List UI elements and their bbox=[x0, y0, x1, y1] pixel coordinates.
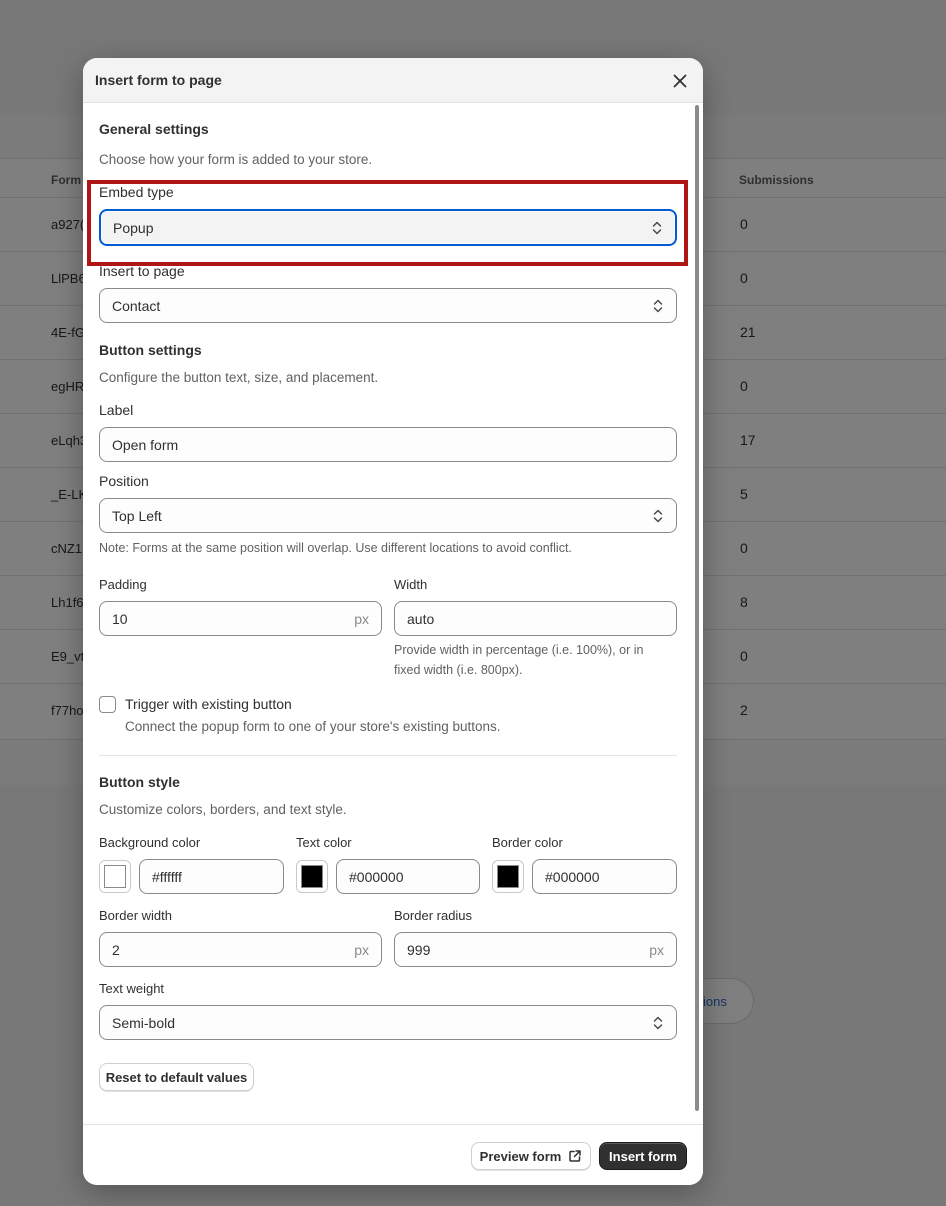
padding-suffix: px bbox=[354, 611, 369, 627]
trigger-existing-button-label[interactable]: Trigger with existing button bbox=[125, 696, 292, 712]
embed-type-select[interactable]: Popup bbox=[99, 209, 677, 246]
modal-title: Insert form to page bbox=[95, 72, 222, 88]
select-chevron-icon bbox=[653, 1016, 663, 1030]
border-radius-suffix: px bbox=[649, 942, 664, 958]
border-width-input[interactable]: 2 px bbox=[99, 932, 382, 967]
text-weight-value: Semi-bold bbox=[112, 1015, 176, 1031]
modal-header: Insert form to page bbox=[83, 58, 703, 103]
label-field-label: Label bbox=[99, 402, 134, 418]
border-width-suffix: px bbox=[354, 942, 369, 958]
border-color-swatch[interactable] bbox=[492, 860, 524, 893]
text-color-fill bbox=[301, 865, 323, 888]
border-radius-label: Border radius bbox=[394, 908, 473, 923]
background-color-label: Background color bbox=[99, 835, 201, 850]
external-link-icon bbox=[569, 1150, 582, 1162]
insert-form-label: Insert form bbox=[609, 1148, 677, 1164]
text-color-value: #000000 bbox=[349, 869, 404, 885]
background-color-swatch[interactable] bbox=[99, 860, 131, 893]
background-color-fill bbox=[104, 865, 126, 888]
border-color-label: Border color bbox=[492, 835, 563, 850]
label-input-value: Open form bbox=[112, 437, 179, 453]
preview-form-button[interactable]: Preview form bbox=[471, 1142, 591, 1170]
insert-to-page-label: Insert to page bbox=[99, 263, 185, 279]
border-radius-input[interactable]: 999 px bbox=[394, 932, 677, 967]
text-color-swatch[interactable] bbox=[296, 860, 328, 893]
trigger-existing-button-help: Connect the popup form to one of your st… bbox=[125, 719, 501, 734]
border-width-label: Border width bbox=[99, 908, 172, 923]
width-value: auto bbox=[407, 611, 435, 627]
label-input[interactable]: Open form bbox=[99, 427, 677, 462]
width-input[interactable]: auto bbox=[394, 601, 677, 636]
select-chevron-icon bbox=[653, 509, 663, 523]
border-width-value: 2 bbox=[112, 942, 120, 958]
border-color-value: #000000 bbox=[545, 869, 600, 885]
close-button[interactable] bbox=[669, 70, 691, 92]
embed-type-label: Embed type bbox=[99, 184, 174, 200]
button-style-help: Customize colors, borders, and text styl… bbox=[99, 802, 347, 817]
width-label: Width bbox=[394, 577, 428, 592]
position-note: Note: Forms at the same position will ov… bbox=[99, 541, 572, 555]
select-chevron-icon bbox=[653, 299, 663, 313]
position-value: Top Left bbox=[112, 508, 162, 524]
reset-defaults-button[interactable]: Reset to default values bbox=[99, 1063, 254, 1091]
text-weight-label: Text weight bbox=[99, 981, 165, 996]
preview-form-label: Preview form bbox=[479, 1148, 562, 1164]
button-style-heading: Button style bbox=[99, 774, 180, 790]
insert-form-modal: Insert form to page General settings Cho… bbox=[83, 58, 703, 1185]
position-label: Position bbox=[99, 473, 149, 489]
close-icon bbox=[673, 74, 687, 88]
general-settings-help: Choose how your form is added to your st… bbox=[99, 152, 373, 167]
insert-form-button[interactable]: Insert form bbox=[599, 1142, 687, 1170]
select-chevron-icon bbox=[652, 221, 662, 235]
text-weight-select[interactable]: Semi-bold bbox=[99, 1005, 677, 1040]
modal-scrollbar[interactable] bbox=[695, 105, 699, 1111]
text-color-input[interactable]: #000000 bbox=[336, 859, 480, 894]
button-settings-help: Configure the button text, size, and pla… bbox=[99, 370, 379, 385]
embed-type-value: Popup bbox=[113, 220, 154, 236]
width-help-line-1: Provide width in percentage (i.e. 100%),… bbox=[394, 643, 644, 657]
border-radius-value: 999 bbox=[407, 942, 431, 958]
position-select[interactable]: Top Left bbox=[99, 498, 677, 533]
trigger-existing-button-checkbox[interactable] bbox=[99, 696, 116, 713]
border-color-input[interactable]: #000000 bbox=[532, 859, 677, 894]
text-color-label: Text color bbox=[296, 835, 352, 850]
reset-defaults-label: Reset to default values bbox=[105, 1069, 248, 1085]
modal-body: General settings Choose how your form is… bbox=[83, 103, 703, 1123]
section-divider bbox=[99, 755, 677, 756]
insert-to-page-value: Contact bbox=[112, 298, 161, 314]
padding-value: 10 bbox=[112, 611, 128, 627]
button-settings-heading: Button settings bbox=[99, 342, 202, 358]
border-color-fill bbox=[497, 865, 519, 888]
background-color-value: #ffffff bbox=[152, 869, 182, 885]
padding-input[interactable]: 10 px bbox=[99, 601, 382, 636]
background-color-input[interactable]: #ffffff bbox=[139, 859, 284, 894]
width-help-line-2: fixed width (i.e. 800px). bbox=[394, 663, 523, 677]
insert-to-page-select[interactable]: Contact bbox=[99, 288, 677, 323]
modal-footer: Preview form Insert form bbox=[83, 1124, 703, 1185]
general-settings-heading: General settings bbox=[99, 121, 209, 137]
padding-label: Padding bbox=[99, 577, 147, 592]
